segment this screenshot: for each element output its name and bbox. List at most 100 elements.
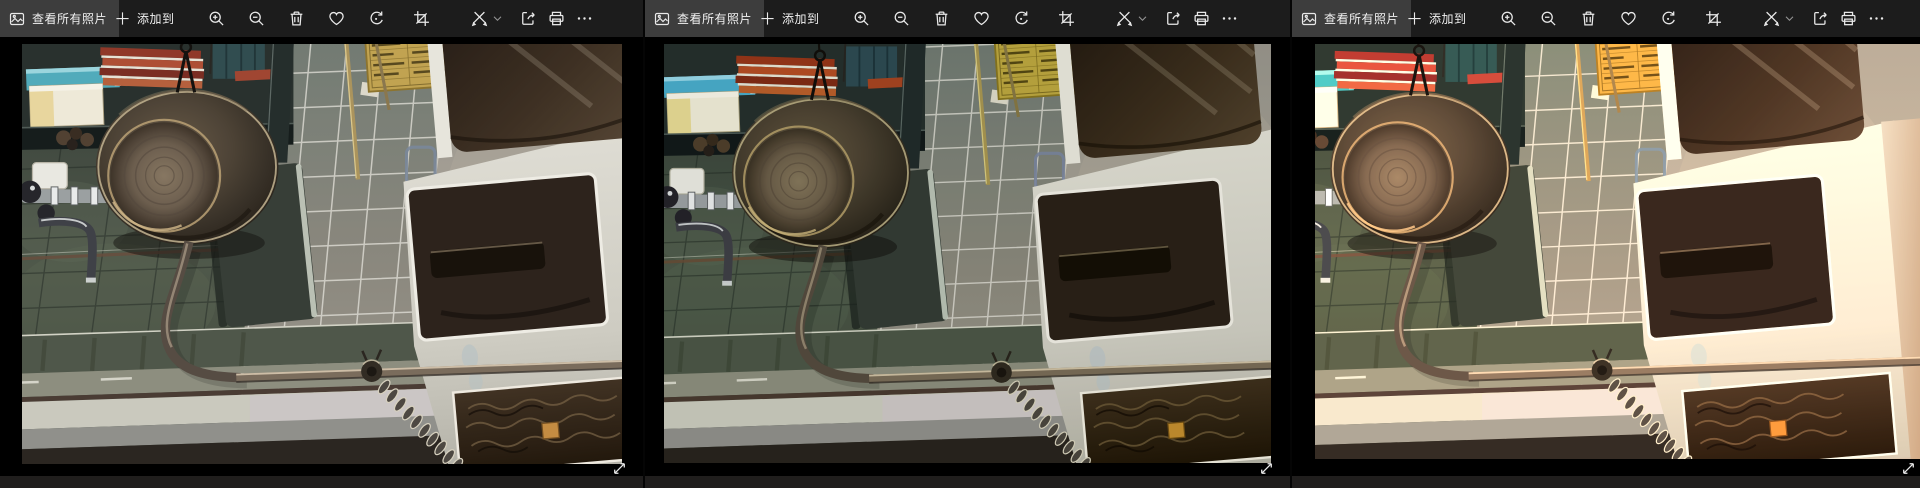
- heart-icon: [328, 10, 345, 27]
- zoom-in-button[interactable]: [847, 0, 875, 37]
- delete-button[interactable]: [1574, 0, 1602, 37]
- kitchen-illustration[interactable]: [1315, 44, 1920, 459]
- rotate-button[interactable]: [1654, 0, 1682, 37]
- delete-button[interactable]: [927, 0, 955, 37]
- edit-create-button[interactable]: [468, 0, 490, 37]
- print-icon: [548, 10, 565, 27]
- view-all-photos-label: 查看所有照片: [32, 10, 107, 27]
- add-to-button[interactable]: 添加到: [107, 0, 183, 37]
- crop-icon: [1705, 10, 1722, 27]
- zoom-in-icon: [1500, 10, 1517, 27]
- favorite-button[interactable]: [1614, 0, 1642, 37]
- share-button[interactable]: [1159, 0, 1187, 37]
- share-icon: [1165, 10, 1182, 27]
- kitchen-illustration[interactable]: [664, 44, 1271, 463]
- rotate-icon: [1660, 10, 1677, 27]
- add-to-label: 添加到: [137, 10, 175, 27]
- see-more-icon: [1868, 10, 1885, 27]
- share-button[interactable]: [1806, 0, 1834, 37]
- view-all-photos-button[interactable]: 查看所有照片: [1292, 0, 1411, 37]
- rotate-button[interactable]: [362, 0, 390, 37]
- center-icon-group: [1494, 0, 1739, 37]
- zoom-in-icon: [208, 10, 225, 27]
- photo-icon: [654, 11, 670, 27]
- right-icon-group: [468, 0, 598, 37]
- photos-window-2: 查看所有照片 添加到: [643, 0, 1290, 488]
- fullscreen-button[interactable]: [1898, 460, 1918, 480]
- photo-icon: [1301, 11, 1317, 27]
- crop-icon: [1058, 10, 1075, 27]
- add-to-button[interactable]: 添加到: [752, 0, 828, 37]
- toolbar: 查看所有照片 添加到: [0, 0, 643, 37]
- print-icon: [1193, 10, 1210, 27]
- see-more-icon: [576, 10, 593, 27]
- edit-create-icon: [471, 10, 488, 27]
- share-button[interactable]: [514, 0, 542, 37]
- favorite-button[interactable]: [322, 0, 350, 37]
- zoom-in-icon: [853, 10, 870, 27]
- edit-create-icon: [1116, 10, 1133, 27]
- delete-button[interactable]: [282, 0, 310, 37]
- photos-app-triptych: 查看所有照片 添加到: [0, 0, 1920, 488]
- add-to-button[interactable]: 添加到: [1399, 0, 1475, 37]
- rotate-icon: [1013, 10, 1030, 27]
- share-icon: [520, 10, 537, 27]
- view-all-photos-label: 查看所有照片: [677, 10, 752, 27]
- fullscreen-button[interactable]: [1256, 460, 1276, 480]
- right-icon-group: [1760, 0, 1890, 37]
- zoom-out-icon: [248, 10, 265, 27]
- zoom-out-button[interactable]: [242, 0, 270, 37]
- edit-create-dropdown[interactable]: [490, 0, 504, 37]
- rotate-icon: [368, 10, 385, 27]
- crop-button[interactable]: [407, 0, 435, 37]
- zoom-out-button[interactable]: [887, 0, 915, 37]
- photo-viewer: [0, 37, 643, 488]
- delete-icon: [288, 10, 305, 27]
- zoom-in-button[interactable]: [1494, 0, 1522, 37]
- photos-window-1: 查看所有照片 添加到: [0, 0, 643, 488]
- add-to-label: 添加到: [782, 10, 820, 27]
- right-icon-group: [1113, 0, 1243, 37]
- crop-icon: [413, 10, 430, 27]
- rotate-button[interactable]: [1007, 0, 1035, 37]
- zoom-in-button[interactable]: [202, 0, 230, 37]
- edit-create-dropdown[interactable]: [1135, 0, 1149, 37]
- chevron-down-icon: [493, 15, 502, 22]
- crop-button[interactable]: [1052, 0, 1080, 37]
- fullscreen-button[interactable]: [609, 460, 629, 480]
- heart-icon: [1620, 10, 1637, 27]
- edit-create-icon: [1763, 10, 1780, 27]
- add-to-label: 添加到: [1429, 10, 1467, 27]
- plus-icon: [760, 11, 775, 26]
- heart-icon: [973, 10, 990, 27]
- print-button[interactable]: [1834, 0, 1862, 37]
- toolbar: 查看所有照片 添加到: [645, 0, 1290, 37]
- fullscreen-arrow-icon: [611, 460, 628, 477]
- edit-create-button[interactable]: [1760, 0, 1782, 37]
- delete-icon: [1580, 10, 1597, 27]
- crop-button[interactable]: [1699, 0, 1727, 37]
- chevron-down-icon: [1138, 15, 1147, 22]
- see-more-button[interactable]: [1862, 0, 1890, 37]
- photo-viewer: [645, 37, 1290, 488]
- plus-icon: [1407, 11, 1422, 26]
- edit-create-dropdown[interactable]: [1782, 0, 1796, 37]
- print-button[interactable]: [542, 0, 570, 37]
- photo-viewer: [1292, 37, 1920, 488]
- view-all-photos-button[interactable]: 查看所有照片: [645, 0, 764, 37]
- center-icon-group: [847, 0, 1092, 37]
- see-more-button[interactable]: [570, 0, 598, 37]
- view-all-photos-label: 查看所有照片: [1324, 10, 1399, 27]
- photo-icon: [9, 11, 25, 27]
- see-more-button[interactable]: [1215, 0, 1243, 37]
- edit-create-button[interactable]: [1113, 0, 1135, 37]
- favorite-button[interactable]: [967, 0, 995, 37]
- delete-icon: [933, 10, 950, 27]
- print-button[interactable]: [1187, 0, 1215, 37]
- print-icon: [1840, 10, 1857, 27]
- view-all-photos-button[interactable]: 查看所有照片: [0, 0, 119, 37]
- zoom-out-button[interactable]: [1534, 0, 1562, 37]
- kitchen-illustration[interactable]: [22, 44, 622, 464]
- zoom-out-icon: [893, 10, 910, 27]
- fullscreen-arrow-icon: [1258, 460, 1275, 477]
